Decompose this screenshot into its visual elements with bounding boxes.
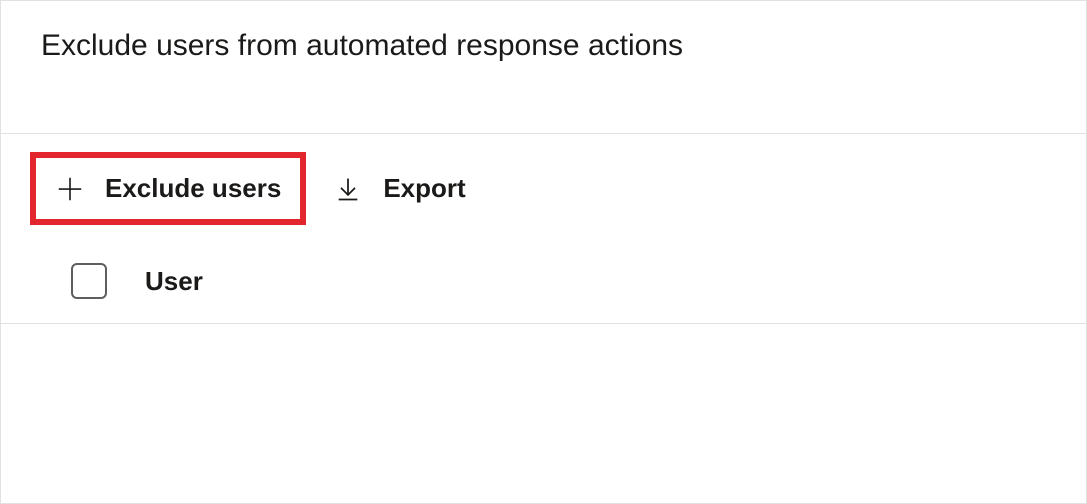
user-column-header: User <box>145 266 203 297</box>
table-header: User <box>1 263 1086 324</box>
exclude-users-label: Exclude users <box>105 173 281 204</box>
plus-icon <box>55 174 85 204</box>
download-icon <box>333 174 363 204</box>
export-button[interactable]: Export <box>311 155 487 222</box>
panel: Exclude users from automated response ac… <box>0 0 1087 504</box>
toolbar: Exclude users Export <box>1 133 1086 243</box>
exclude-users-button[interactable]: Exclude users <box>33 155 303 222</box>
page-title: Exclude users from automated response ac… <box>1 1 1086 63</box>
select-all-checkbox[interactable] <box>71 263 107 299</box>
export-label: Export <box>383 173 465 204</box>
